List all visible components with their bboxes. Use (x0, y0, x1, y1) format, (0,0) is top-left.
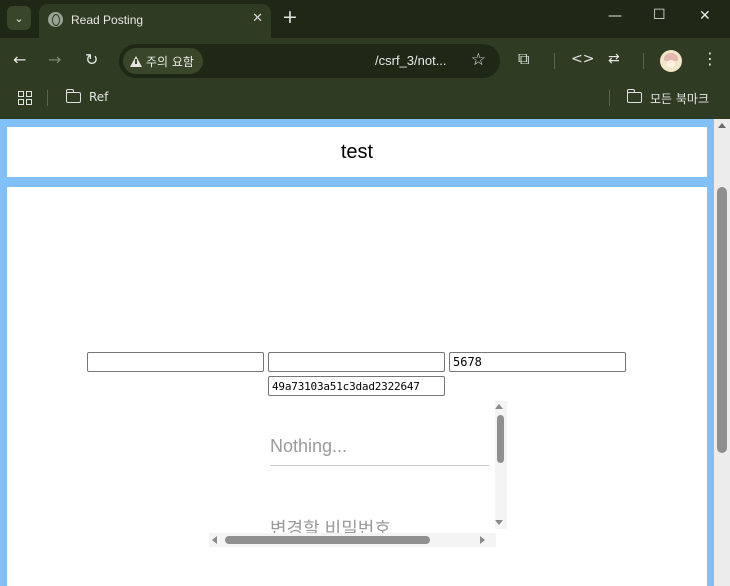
security-label: 주의 요함 (146, 54, 194, 69)
tab-strip: ⌄ Read Posting ✕ + — ☐ ✕ (0, 0, 730, 38)
page-scroll-up-arrow-icon[interactable] (718, 123, 726, 128)
page-viewport: test Nothing... 변경할 비밀번호 (0, 119, 730, 586)
menu-icon[interactable]: ⋮ (702, 49, 718, 68)
folder-icon (66, 89, 81, 103)
bookmarks-bar: Ref 모든 북마크 (0, 84, 730, 114)
tab-close-icon[interactable]: ✕ (252, 11, 263, 26)
forward-button[interactable]: → (48, 50, 61, 69)
close-window-button[interactable]: ✕ (699, 8, 711, 24)
scroll-down-arrow-icon[interactable] (495, 520, 503, 525)
scrollable-pane[interactable]: Nothing... 변경할 비밀번호 (209, 401, 509, 547)
page-scroll-thumb[interactable] (717, 187, 727, 453)
page-title: test (340, 141, 374, 163)
toolbar-divider (643, 53, 644, 69)
all-bookmarks-button[interactable]: 모든 북마크 (650, 90, 709, 107)
pane-horizontal-thumb[interactable] (225, 536, 430, 544)
warning-icon (130, 55, 142, 67)
scroll-left-arrow-icon[interactable] (212, 536, 217, 544)
content-area: Nothing... 변경할 비밀번호 (7, 187, 707, 586)
browser-toolbar: ← → ↻ 주의 요함 /csrf_3/not... ☆ ⧉ <> ⇄ ⋮ (0, 38, 730, 84)
text-input-1[interactable] (87, 352, 264, 372)
bookmark-star-icon[interactable]: ☆ (471, 50, 486, 70)
url-text[interactable]: /csrf_3/not... (375, 53, 447, 68)
pane-vertical-thumb[interactable] (497, 415, 504, 463)
minimize-button[interactable]: — (608, 8, 622, 24)
reload-button[interactable]: ↻ (85, 50, 98, 69)
devtools-icon[interactable]: <> (571, 51, 594, 67)
new-tab-button[interactable]: + (282, 7, 298, 27)
tab-title: Read Posting (71, 13, 144, 27)
globe-icon (48, 12, 63, 27)
profile-avatar[interactable] (660, 50, 682, 72)
csrf-token-field[interactable] (268, 376, 445, 396)
scroll-right-arrow-icon[interactable] (480, 536, 485, 544)
translate-icon[interactable]: ⇄ (608, 51, 620, 67)
bookmarks-divider (609, 90, 610, 106)
page-header: test (7, 127, 707, 177)
security-chip[interactable]: 주의 요함 (123, 48, 203, 74)
tab-read-posting[interactable]: Read Posting ✕ (39, 4, 271, 38)
address-bar[interactable]: 주의 요함 /csrf_3/not... ☆ (119, 44, 500, 78)
tab-search-button[interactable]: ⌄ (7, 6, 31, 30)
scroll-up-arrow-icon[interactable] (495, 404, 503, 409)
maximize-button[interactable]: ☐ (653, 7, 666, 23)
toolbar-divider (554, 53, 555, 69)
nothing-input[interactable]: Nothing... (270, 430, 489, 466)
folder-icon (627, 89, 642, 103)
bookmarks-divider (47, 90, 48, 106)
text-input-3[interactable] (449, 352, 626, 372)
apps-grid-icon[interactable] (18, 91, 32, 105)
bookmark-folder-ref[interactable]: Ref (89, 90, 108, 104)
text-input-2[interactable] (268, 352, 445, 372)
back-button[interactable]: ← (13, 50, 26, 69)
page-vertical-scrollbar[interactable] (714, 119, 730, 586)
extensions-icon[interactable]: ⧉ (518, 49, 529, 69)
